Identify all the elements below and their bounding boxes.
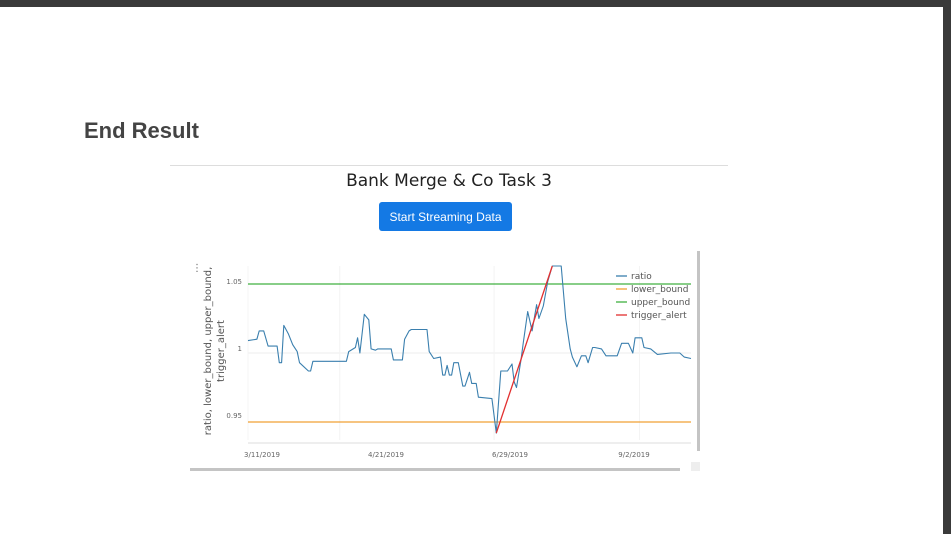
y-tick-label: 1.05 bbox=[226, 278, 242, 286]
legend-label-trigger-alert: trigger_alert bbox=[631, 311, 687, 321]
legend-label-upper-bound: upper_bound bbox=[631, 298, 690, 308]
top-window-bar bbox=[0, 0, 951, 7]
x-tick-label: 3/11/2019 bbox=[244, 451, 280, 459]
y-axis-label: ratio, lower_bound, upper_bound, bbox=[203, 267, 214, 436]
legend-label-ratio: ratio bbox=[631, 272, 652, 282]
x-tick-label: 4/21/2019 bbox=[368, 451, 404, 459]
chart-vertical-scrollbar[interactable] bbox=[697, 251, 700, 451]
divider bbox=[170, 165, 728, 166]
chart-horizontal-scrollbar[interactable] bbox=[190, 468, 680, 471]
y-tick-label: 0.95 bbox=[226, 412, 242, 420]
y-tick-label: 1 bbox=[238, 345, 242, 353]
x-tick-label: 6/29/2019 bbox=[492, 451, 528, 459]
ratio-line-chart: 1.05 1 0.95 3/11/2019 4/21/2019 6/29/201… bbox=[188, 249, 703, 474]
scrollbar-corner bbox=[691, 462, 700, 471]
page-heading: End Result bbox=[84, 118, 199, 143]
chart-menu-icon[interactable]: ⋮ bbox=[192, 263, 202, 274]
start-streaming-button[interactable]: Start Streaming Data bbox=[379, 202, 512, 231]
app-title: Bank Merge & Co Task 3 bbox=[346, 171, 552, 191]
x-tick-label: 9/2/2019 bbox=[618, 451, 649, 459]
chart-background bbox=[188, 249, 703, 474]
right-scrollbar[interactable] bbox=[943, 0, 951, 534]
legend-label-lower-bound: lower_bound bbox=[631, 285, 688, 295]
y-axis-label: trigger_alert bbox=[216, 320, 227, 382]
plot-background bbox=[188, 249, 703, 474]
